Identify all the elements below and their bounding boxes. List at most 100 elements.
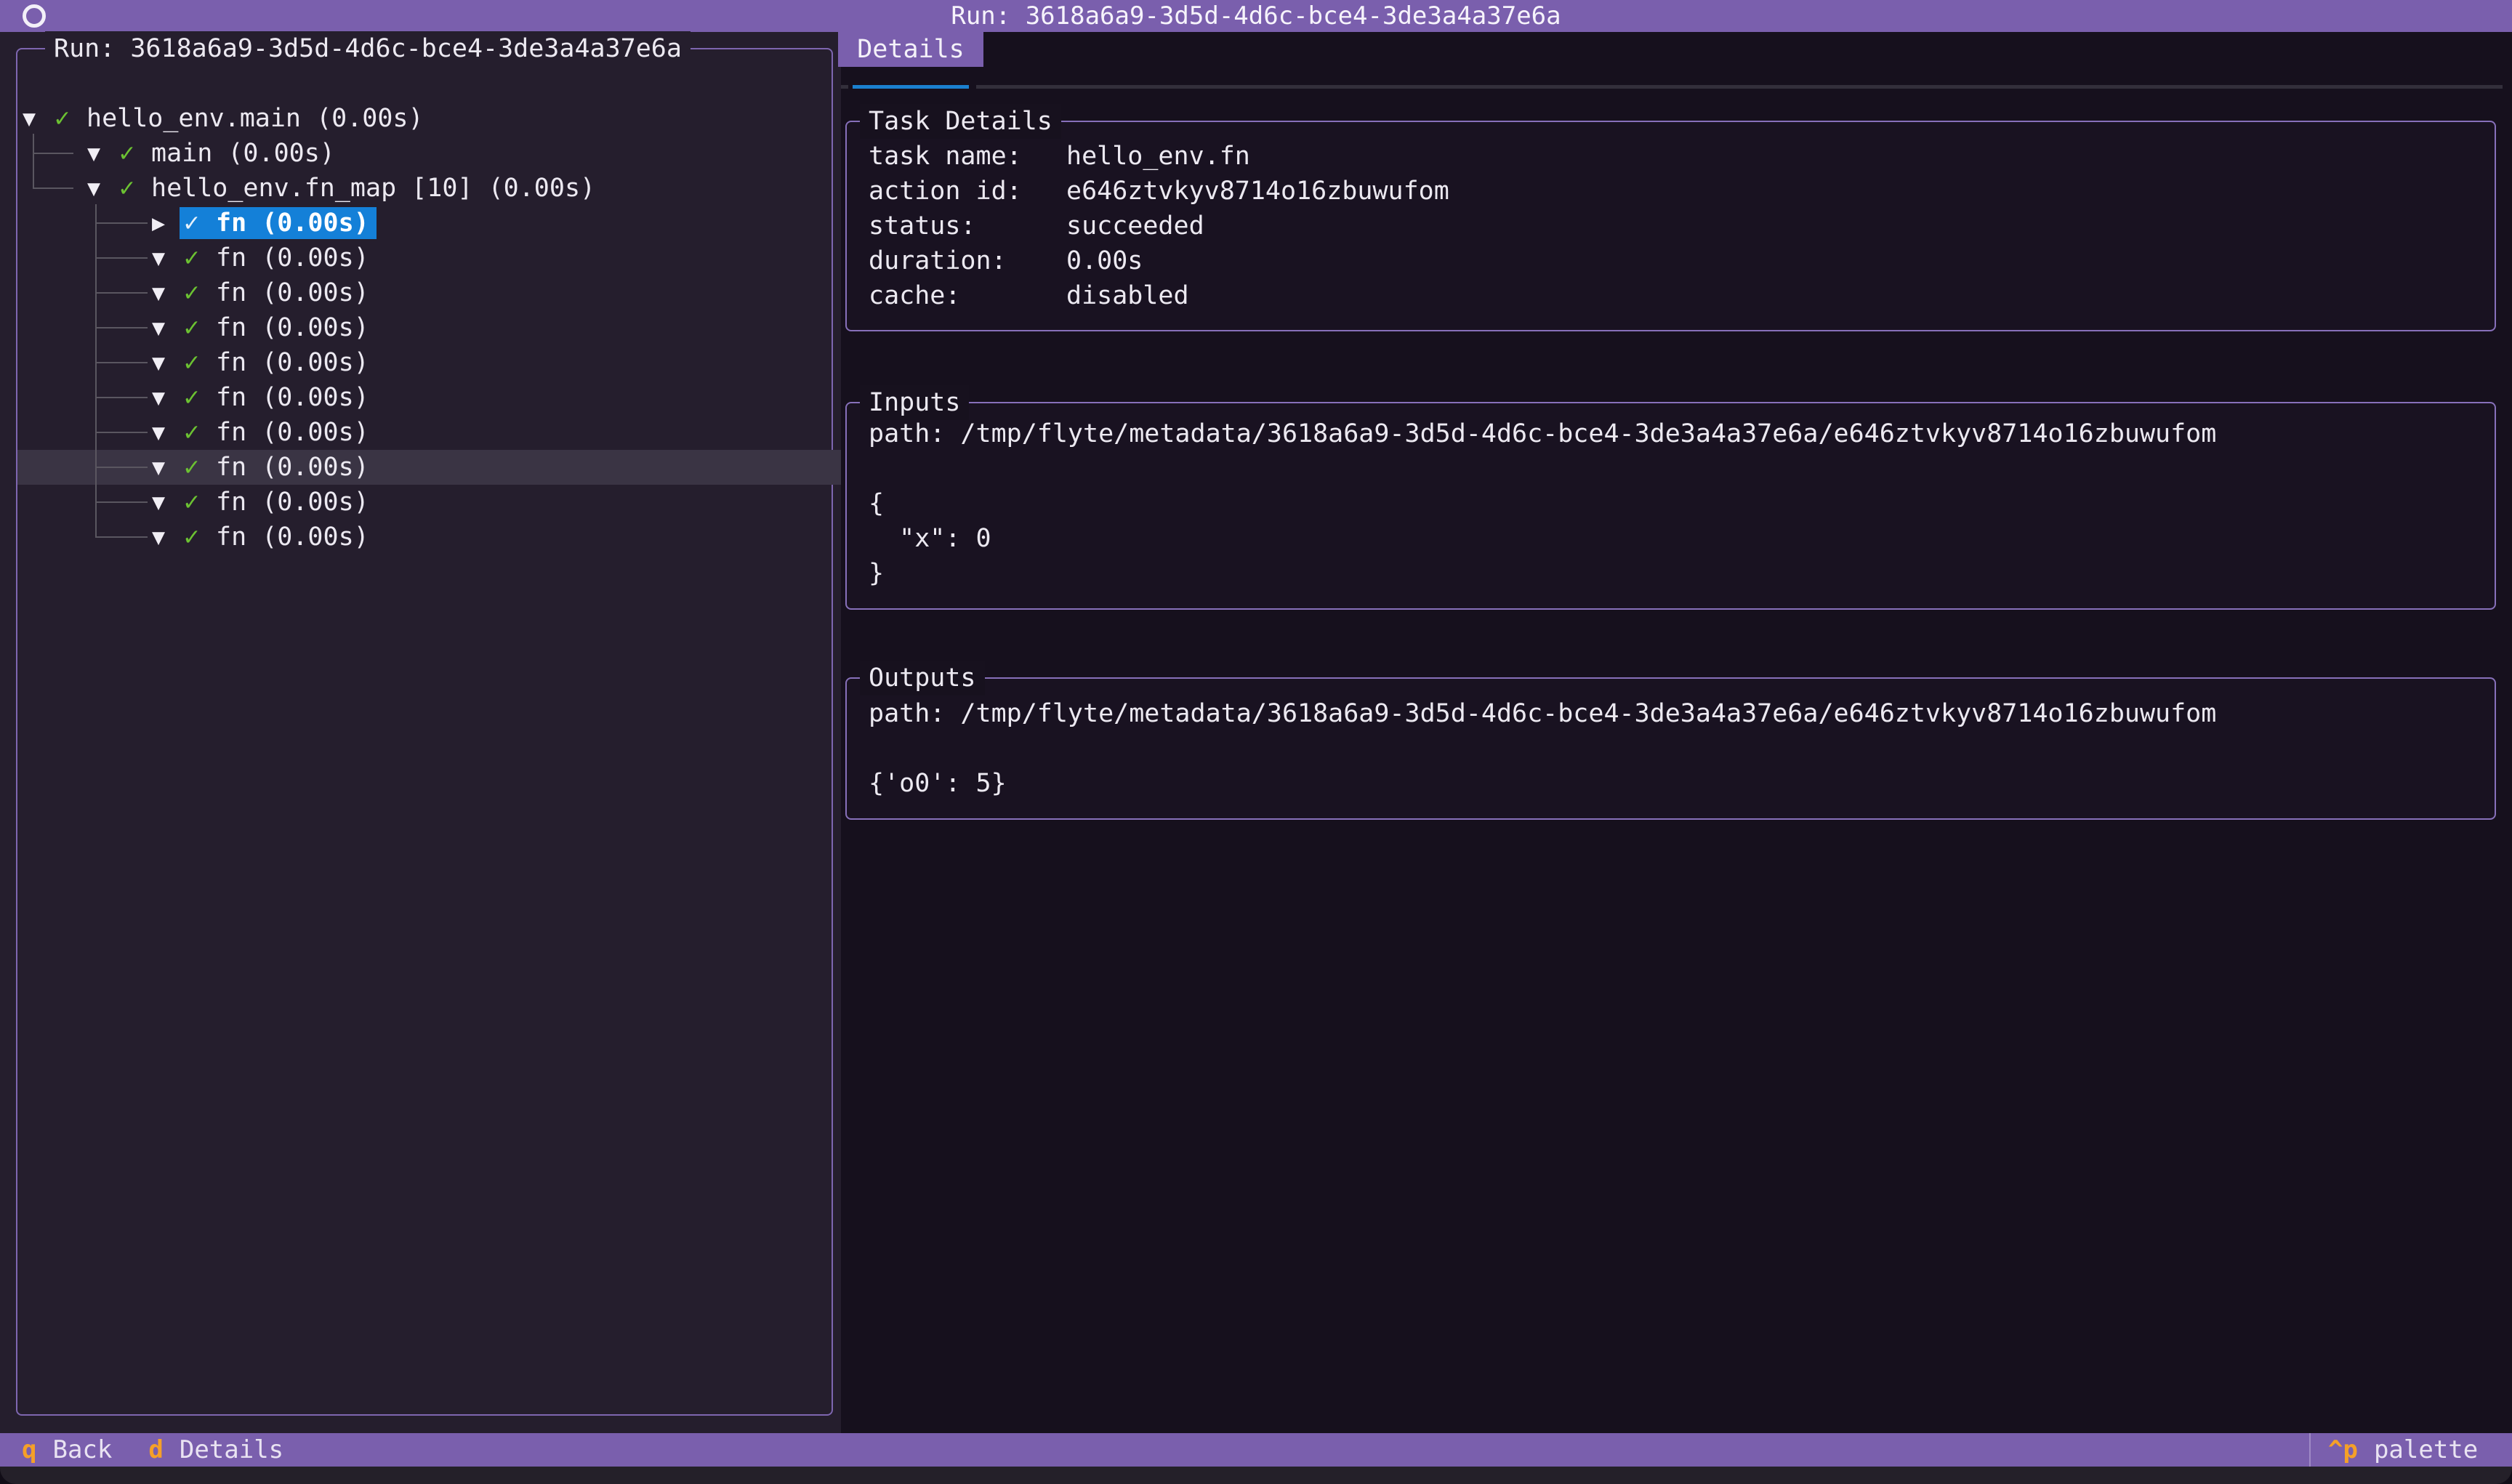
run-tree-region: Run: 3618a6a9-3d5d-4d6c-bce4-3de3a4a37e6… (0, 32, 841, 1433)
expand-arrow-icon[interactable]: ▼ (152, 246, 184, 271)
tab-underline (841, 85, 848, 89)
tree-row-label: hello_env.main (0.00s) (86, 104, 424, 133)
tree-row-hello-env-main[interactable]: ▼ ✓ hello_env.main (0.00s) (17, 101, 837, 136)
details-region: Details Task Details task name: hello_en… (841, 32, 2512, 1433)
tree-connector-line (95, 204, 97, 537)
outputs-title: Outputs (860, 661, 985, 695)
hotkey-d: d (148, 1435, 163, 1464)
expand-arrow-icon[interactable]: ▼ (152, 385, 184, 411)
success-check-icon: ✓ (184, 418, 216, 447)
tree-row-main[interactable]: ▼ ✓ main (0.00s) (17, 136, 901, 171)
field-label: task name: (869, 139, 1066, 174)
tree-row-fn[interactable]: ▼ ✓ fn (0.00s) (17, 485, 966, 520)
tree-row-label: fn (0.00s) (216, 243, 369, 273)
tree-row-fn-selected[interactable]: ▶ ✓fn (0.00s) (17, 206, 966, 241)
field-action-id: action id: e646ztvkyv8714o16zbuwufom (869, 174, 1449, 209)
statusbar-left: q Back d Details (0, 1435, 320, 1464)
field-value: hello_env.fn (1066, 139, 1250, 174)
success-check-icon: ✓ (184, 488, 216, 517)
field-cache: cache: disabled (869, 278, 1189, 313)
statusbar-back-action[interactable]: q Back (22, 1435, 112, 1464)
tree-row-label: fn (0.00s) (216, 348, 369, 377)
field-value: e646ztvkyv8714o16zbuwufom (1066, 174, 1449, 209)
field-value: 0.00s (1066, 243, 1143, 278)
success-check-icon: ✓ (184, 383, 216, 412)
tab-details[interactable]: Details (838, 32, 983, 67)
tree-row-fn-map[interactable]: ▼ ✓ hello_env.fn_map [10] (0.00s) (17, 171, 901, 206)
success-check-icon: ✓ (184, 209, 216, 238)
task-details-section: Task Details task name: hello_env.fn act… (845, 121, 2496, 331)
field-duration: duration: 0.00s (869, 243, 1143, 278)
inputs-body: { "x": 0 } (869, 486, 991, 591)
field-label: status: (869, 209, 1066, 243)
tab-underline (976, 85, 2503, 89)
success-check-icon: ✓ (184, 523, 216, 552)
window-title: Run: 3618a6a9-3d5d-4d6c-bce4-3de3a4a37e6… (0, 0, 2512, 32)
success-check-icon: ✓ (119, 174, 151, 203)
tree-row-fn[interactable]: ▼ ✓ fn (0.00s) (17, 520, 966, 555)
tree-row-fn[interactable]: ▼ ✓ fn (0.00s) (17, 241, 966, 275)
tree-row-fn-hovered[interactable]: ▼ ✓ fn (0.00s) (17, 450, 966, 485)
tab-active-indicator (853, 85, 969, 89)
statusbar: q Back d Details ^p palette (0, 1433, 2512, 1467)
tree-row-label: fn (0.00s) (216, 453, 369, 482)
expand-arrow-icon[interactable]: ▼ (152, 281, 184, 306)
tree-row-fn[interactable]: ▼ ✓ fn (0.00s) (17, 380, 966, 415)
tree-row-label: fn (0.00s) (216, 278, 369, 307)
task-details-title: Task Details (860, 104, 1061, 139)
inputs-section: Inputs path: /tmp/flyte/metadata/3618a6a… (845, 402, 2496, 610)
expand-arrow-icon[interactable]: ▼ (152, 315, 184, 341)
expand-arrow-icon[interactable]: ▼ (87, 141, 119, 166)
tree-row-label: fn (0.00s) (216, 209, 369, 238)
tree-row-label: main (0.00s) (151, 139, 335, 168)
expand-arrow-icon[interactable]: ▼ (152, 525, 184, 550)
field-label: action id: (869, 174, 1066, 209)
app-window: Run: 3618a6a9-3d5d-4d6c-bce4-3de3a4a37e6… (0, 0, 2512, 1484)
field-label: cache: (869, 278, 1066, 313)
inputs-path: path: /tmp/flyte/metadata/3618a6a9-3d5d-… (869, 416, 2216, 451)
field-value: disabled (1066, 278, 1189, 313)
tree-row-fn[interactable]: ▼ ✓ fn (0.00s) (17, 345, 966, 380)
success-check-icon: ✓ (184, 348, 216, 377)
success-check-icon: ✓ (55, 104, 86, 133)
statusbar-palette-action[interactable]: ^p palette (2328, 1433, 2478, 1467)
tree-row-label: fn (0.00s) (216, 488, 369, 517)
success-check-icon: ✓ (184, 278, 216, 307)
tree-panel-title: Run: 3618a6a9-3d5d-4d6c-bce4-3de3a4a37e6… (45, 31, 691, 66)
task-tree: ▼ ✓ hello_env.main (0.00s) ▼ ✓ main (0.0… (17, 81, 832, 1445)
expand-arrow-icon[interactable]: ▼ (152, 420, 184, 445)
tree-connector-line (33, 134, 34, 188)
success-check-icon: ✓ (119, 139, 151, 168)
hotkey-ctrl-p: ^p (2328, 1435, 2358, 1464)
outputs-section: Outputs path: /tmp/flyte/metadata/3618a6… (845, 677, 2496, 820)
expand-arrow-icon[interactable]: ▼ (152, 490, 184, 515)
selected-row-highlight: ✓fn (0.00s) (180, 207, 377, 239)
tree-row-fn[interactable]: ▼ ✓ fn (0.00s) (17, 310, 966, 345)
hotkey-label: palette (2374, 1435, 2478, 1464)
expand-arrow-icon[interactable]: ▼ (152, 455, 184, 480)
hotkey-label: Details (180, 1435, 283, 1464)
tree-row-label: fn (0.00s) (216, 523, 369, 552)
tree-row-fn[interactable]: ▼ ✓ fn (0.00s) (17, 415, 966, 450)
tree-row-label: fn (0.00s) (216, 383, 369, 412)
tree-row-fn[interactable]: ▼ ✓ fn (0.00s) (17, 275, 966, 310)
titlebar: Run: 3618a6a9-3d5d-4d6c-bce4-3de3a4a37e6… (0, 0, 2512, 32)
expand-arrow-icon[interactable]: ▼ (87, 176, 119, 201)
tree-row-label: fn (0.00s) (216, 313, 369, 342)
tree-row-label: fn (0.00s) (216, 418, 369, 447)
expand-arrow-icon[interactable]: ▼ (23, 106, 55, 132)
window-bottom-edge (0, 1467, 2512, 1484)
main-area: Run: 3618a6a9-3d5d-4d6c-bce4-3de3a4a37e6… (0, 32, 2512, 1433)
hotkey-q: q (22, 1435, 36, 1464)
hotkey-label: Back (52, 1435, 112, 1464)
inputs-title: Inputs (860, 385, 969, 420)
statusbar-separator (2309, 1433, 2311, 1467)
expand-arrow-icon[interactable]: ▼ (152, 350, 184, 376)
tab-details-label: Details (857, 35, 965, 64)
field-value: succeeded (1066, 209, 1204, 243)
statusbar-details-action[interactable]: d Details (148, 1435, 283, 1464)
field-label: duration: (869, 243, 1066, 278)
success-check-icon: ✓ (184, 243, 216, 273)
field-task-name: task name: hello_env.fn (869, 139, 1250, 174)
outputs-body: {'o0': 5} (869, 766, 1007, 801)
